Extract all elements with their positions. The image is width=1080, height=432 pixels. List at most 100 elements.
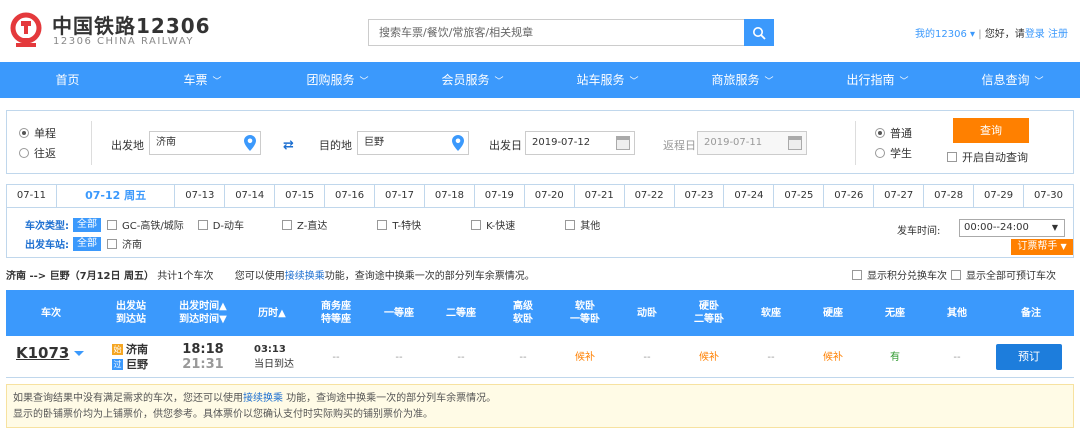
radio-dot — [875, 128, 885, 138]
depart-date-value: 2019-07-12 — [532, 137, 591, 148]
nav-member[interactable]: 会员服务 ﹀ — [405, 62, 540, 98]
site-search-input[interactable]: 搜索车票/餐饮/常旅客/相关规章 — [368, 19, 744, 46]
date-tab[interactable]: 07-13 — [175, 185, 226, 207]
date-tab[interactable]: 07-18 — [425, 185, 475, 207]
type-all-tag[interactable]: 全部 — [73, 217, 101, 232]
auto-query-checkbox[interactable]: 开启自动查询 — [947, 149, 1028, 165]
site-search-button[interactable] — [744, 19, 774, 46]
date-tab[interactable]: 07-20 — [525, 185, 575, 207]
caret-down-icon[interactable] — [74, 351, 85, 356]
calendar-icon[interactable] — [616, 136, 630, 150]
date-tab[interactable]: 07-19 — [475, 185, 525, 207]
radio-label: 学生 — [890, 147, 912, 160]
hard-sleeper-cell[interactable]: 候补 — [678, 336, 740, 378]
logo-title[interactable]: 中国铁路12306 — [52, 10, 211, 39]
station-all-tag[interactable]: 全部 — [73, 236, 101, 251]
soft-sleeper-cell[interactable]: 候补 — [554, 336, 616, 378]
search-icon — [753, 26, 766, 40]
checkbox-label: 显示积分兑换车次 — [867, 271, 947, 282]
type-option[interactable]: 其他 — [565, 217, 600, 232]
date-tab[interactable]: 07-15 — [275, 185, 326, 207]
railway-logo-icon[interactable] — [8, 12, 44, 48]
checkbox-box — [282, 219, 293, 230]
round-trip-radio[interactable]: 往返 — [19, 145, 56, 161]
station-cell: 始济南 过巨野 — [96, 336, 166, 378]
type-option[interactable]: K-快速 — [471, 217, 515, 232]
type-option[interactable]: GC-高铁/城际 — [107, 217, 184, 232]
duration-cell: 03:13 当日到达 — [240, 336, 304, 378]
col-no-seat: 无座 — [864, 290, 926, 336]
transfer-link[interactable]: 接续换乘 — [285, 271, 325, 282]
col-soft-sleeper: 软卧 一等卧 — [554, 290, 616, 336]
to-station-input[interactable]: 巨野 — [357, 131, 469, 155]
radio-dot — [19, 148, 29, 158]
register-link[interactable]: 注册 — [1048, 29, 1068, 40]
nav-home[interactable]: 首页 — [0, 62, 135, 98]
date-tab[interactable]: 07-30 — [1024, 185, 1073, 207]
all-trains-checkbox[interactable]: 显示全部可预订车次 — [951, 267, 1056, 282]
student-ticket-radio[interactable]: 学生 — [875, 145, 912, 161]
one-way-radio[interactable]: 单程 — [19, 125, 56, 141]
swap-stations-icon[interactable]: ⇄ — [283, 138, 294, 153]
date-tab[interactable]: 07-23 — [675, 185, 725, 207]
nav-guide[interactable]: 出行指南 ﹀ — [810, 62, 945, 98]
from-label: 出发地 — [111, 139, 144, 152]
date-tab[interactable]: 07-11 — [7, 185, 57, 207]
nav-business[interactable]: 商旅服务 ﹀ — [675, 62, 810, 98]
date-tab-active[interactable]: 07-12 周五 — [56, 185, 176, 207]
date-tab[interactable]: 07-27 — [874, 185, 925, 207]
type-option[interactable]: Z-直达 — [282, 217, 327, 232]
depart-date-input[interactable]: 2019-07-12 — [525, 131, 635, 155]
to-station[interactable]: 过巨野 — [112, 357, 148, 372]
return-date-input[interactable]: 2019-07-11 — [697, 131, 807, 155]
train-number-link[interactable]: K1073 — [16, 344, 85, 362]
calendar-icon[interactable] — [788, 136, 802, 150]
col-first: 一等座 — [368, 290, 430, 336]
from-station-input[interactable]: 济南 — [149, 131, 261, 155]
points-checkbox[interactable]: 显示积分兑换车次 — [852, 267, 947, 282]
date-tab[interactable]: 07-16 — [325, 185, 376, 207]
nav-tickets[interactable]: 车票 ﹀ — [135, 62, 270, 98]
nav-station[interactable]: 站车服务 ﹀ — [540, 62, 675, 98]
booking-helper-button[interactable]: 订票帮手 ▼ — [1011, 239, 1073, 255]
my-12306-link[interactable]: 我的12306 — [915, 29, 967, 40]
location-pin-icon — [452, 135, 464, 151]
nav-label: 站车服务 — [576, 73, 625, 87]
query-button[interactable]: 查询 — [953, 118, 1029, 143]
to-value: 巨野 — [364, 137, 384, 148]
hard-seat-cell[interactable]: 候补 — [802, 336, 864, 378]
date-tab[interactable]: 07-29 — [974, 185, 1025, 207]
date-tab[interactable]: 07-25 — [774, 185, 825, 207]
moving-sleeper-cell: -- — [643, 351, 651, 363]
station-option[interactable]: 济南 — [107, 236, 142, 251]
table-row: K1073 始济南 过巨野 18:18 21:31 03:13 当日到达 -- … — [6, 336, 1074, 378]
login-link[interactable]: 登录 — [1025, 29, 1045, 40]
book-button[interactable]: 预订 — [996, 344, 1062, 370]
date-tab[interactable]: 07-17 — [375, 185, 425, 207]
type-option[interactable]: T-特快 — [377, 217, 421, 232]
notice-text: 功能，查询途中换乘一次的部分列车余票情况。 — [283, 393, 497, 404]
header-label: 硬座 — [823, 307, 843, 319]
date-tab[interactable]: 07-24 — [724, 185, 775, 207]
header-label: 硬卧 — [699, 301, 719, 312]
date-tab[interactable]: 07-21 — [575, 185, 625, 207]
nav-group[interactable]: 团购服务 ﹀ — [270, 62, 405, 98]
select-value: 00:00--24:00 — [964, 222, 1029, 233]
nav-info[interactable]: 信息查询 ﹀ — [945, 62, 1080, 98]
from-station[interactable]: 始济南 — [112, 342, 148, 357]
normal-ticket-radio[interactable]: 普通 — [875, 125, 912, 141]
date-tab[interactable]: 07-28 — [924, 185, 975, 207]
date-tab[interactable]: 07-26 — [824, 185, 875, 207]
col-times[interactable]: 出发时间▲ 到达时间▼ — [166, 290, 240, 336]
checkbox-label: 显示全部可预订车次 — [966, 271, 1056, 282]
date-tab[interactable]: 07-22 — [625, 185, 675, 207]
col-second: 二等座 — [430, 290, 492, 336]
col-senior-soft: 高级 软卧 — [492, 290, 554, 336]
depart-time-select[interactable]: 00:00--24:00 ▼ — [959, 219, 1065, 237]
nav-label: 信息查询 — [981, 73, 1030, 87]
col-duration[interactable]: 历时▲ — [240, 290, 304, 336]
transfer-link[interactable]: 接续换乘 — [243, 393, 283, 404]
date-tab[interactable]: 07-14 — [225, 185, 276, 207]
no-seat-cell: 有 — [890, 351, 900, 363]
type-option[interactable]: D-动车 — [197, 217, 244, 232]
